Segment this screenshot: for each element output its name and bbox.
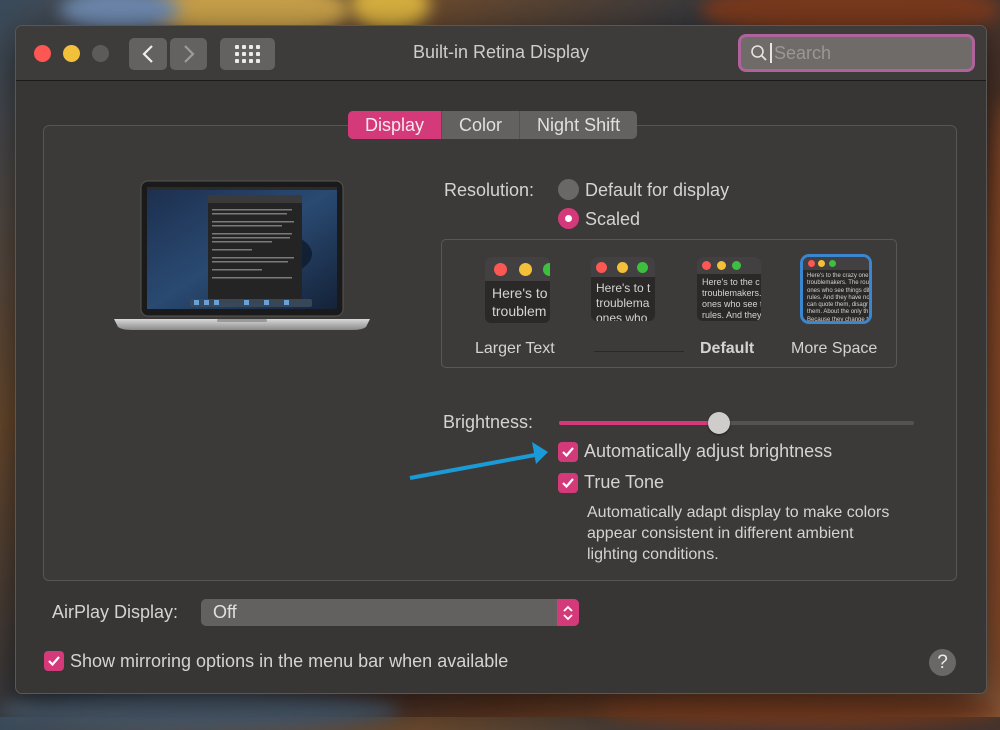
checkmark-icon: [562, 478, 574, 489]
scale-preview-text: Here's to the c troublemakers. ones who …: [702, 277, 761, 320]
up-down-chevron-icon: [557, 599, 579, 626]
true-tone-checkbox[interactable]: [558, 473, 578, 493]
tab-display[interactable]: Display: [348, 111, 443, 139]
scale-option-2[interactable]: Here's to t troublema ones who: [591, 257, 655, 321]
brightness-slider[interactable]: [559, 412, 914, 434]
checkmark-icon: [48, 656, 60, 667]
search-input[interactable]: [770, 43, 964, 63]
airplay-display-value: Off: [213, 602, 237, 622]
scale-option-divider: [594, 351, 684, 352]
search-field[interactable]: [738, 34, 975, 72]
scale-label-larger-text: Larger Text: [475, 340, 555, 357]
tab-bar: Display Color Night Shift: [348, 111, 638, 139]
auto-brightness-label[interactable]: Automatically adjust brightness: [584, 441, 832, 462]
wallpaper-blob: [600, 690, 1000, 730]
auto-brightness-checkbox[interactable]: [558, 442, 578, 462]
help-button[interactable]: ?: [929, 649, 956, 676]
scale-preview-text: Here's to troublem: [492, 285, 548, 319]
scale-option-larger-text[interactable]: Here's to troublem: [485, 257, 550, 323]
radio-scaled[interactable]: [558, 208, 579, 229]
show-mirroring-checkbox[interactable]: [44, 651, 64, 671]
true-tone-description: Automatically adapt display to make colo…: [587, 504, 890, 563]
radio-default-for-display-label[interactable]: Default for display: [585, 180, 729, 201]
radio-scaled-label[interactable]: Scaled: [585, 209, 640, 230]
airplay-display-label: AirPlay Display:: [52, 602, 179, 622]
checkmark-icon: [562, 447, 574, 458]
scaled-resolution-picker: Here's to troublem Here's to t troublema…: [441, 239, 897, 368]
show-mirroring-label[interactable]: Show mirroring options in the menu bar w…: [70, 651, 508, 672]
tab-color[interactable]: Color: [442, 111, 521, 139]
radio-default-for-display[interactable]: [558, 179, 579, 200]
system-preferences-window: Built-in Retina Display Display Color Ni…: [15, 25, 987, 694]
brightness-slider-knob[interactable]: [707, 412, 730, 434]
search-icon: [751, 45, 767, 61]
brightness-label: Brightness:: [443, 412, 534, 432]
scale-preview-text: Here's to the crazy one troublemakers. T…: [807, 273, 869, 321]
scale-preview-text: Here's to t troublema ones who: [596, 281, 651, 321]
scale-label-default: Default: [700, 340, 755, 357]
scale-option-default[interactable]: Here's to the c troublemakers. ones who …: [697, 257, 761, 321]
macbook-illustration: [114, 180, 370, 330]
tab-night-shift[interactable]: Night Shift: [520, 111, 637, 139]
true-tone-label[interactable]: True Tone: [584, 472, 664, 493]
scale-option-more-space[interactable]: Here's to the crazy one troublemakers. T…: [800, 254, 872, 324]
wallpaper-blob: [0, 690, 400, 730]
resolution-label: Resolution:: [444, 180, 535, 200]
wallpaper-blob: [985, 100, 1000, 700]
title-bar: Built-in Retina Display: [16, 26, 986, 81]
airplay-display-popup[interactable]: Off: [201, 599, 579, 626]
brightness-slider-fill: [559, 421, 719, 425]
scale-label-more-space: More Space: [791, 340, 878, 357]
